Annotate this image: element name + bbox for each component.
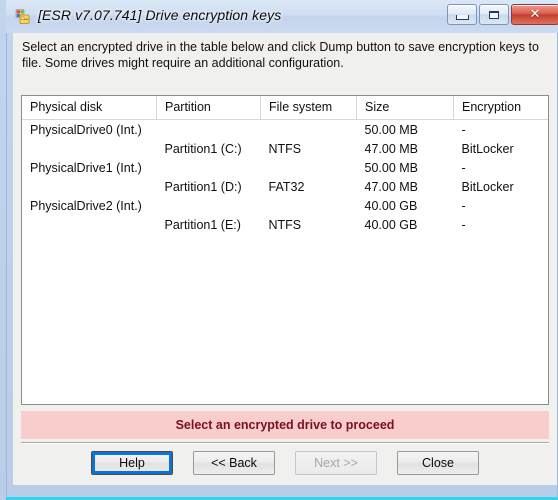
window-border-left: [6, 0, 7, 500]
cell-encryption: BitLocker: [461, 179, 514, 194]
column-header-encryption[interactable]: Encryption: [453, 96, 548, 120]
cell-physical-disk: [22, 177, 157, 196]
table-row[interactable]: Partition1 (D:) FAT32 47.00 MB BitLocker: [22, 177, 548, 196]
cell-encryption: -: [461, 217, 466, 232]
footer-divider: [21, 442, 549, 444]
instructions-text: Select an encrypted drive in the table b…: [22, 40, 539, 70]
cell-size: 50.00 MB: [364, 122, 419, 137]
status-banner: Select an encrypted drive to proceed: [21, 411, 549, 439]
cell-encryption: -: [461, 198, 466, 213]
cell-file-system: [261, 120, 357, 140]
cell-partition: [157, 158, 261, 177]
column-header-physical-disk[interactable]: Physical disk: [22, 96, 157, 120]
client-area: Select an encrypted drive in the table b…: [13, 33, 557, 485]
button-bar: Help << Back Next >> Close: [13, 451, 557, 475]
cell-partition: [157, 196, 261, 215]
cell-physical-disk: PhysicalDrive1 (Int.): [30, 160, 142, 175]
cell-file-system: FAT32: [268, 179, 305, 194]
cell-physical-disk: [22, 139, 157, 158]
application-window: [ESR v7.07.741] Drive encryption keys ✕ …: [0, 0, 558, 500]
cell-physical-disk: PhysicalDrive0 (Int.): [30, 122, 142, 137]
cell-size: 47.00 MB: [364, 179, 419, 194]
window-title: [ESR v7.07.741] Drive encryption keys: [38, 7, 282, 23]
table-row[interactable]: PhysicalDrive2 (Int.) 40.00 GB -: [22, 196, 548, 215]
close-button[interactable]: ✕: [511, 4, 558, 25]
cell-size: 50.00 MB: [364, 160, 419, 175]
minimize-button[interactable]: [447, 4, 477, 25]
back-button[interactable]: << Back: [193, 451, 275, 475]
cell-size: 47.00 MB: [364, 141, 419, 156]
cell-partition: Partition1 (D:): [164, 179, 242, 194]
cell-file-system: NTFS: [268, 217, 302, 232]
cell-partition: [157, 120, 261, 140]
help-button[interactable]: Help: [91, 451, 173, 475]
column-header-size[interactable]: Size: [356, 96, 454, 120]
cell-physical-disk: PhysicalDrive2 (Int.): [30, 198, 142, 213]
window-controls: ✕: [447, 4, 558, 25]
cell-file-system: NTFS: [268, 141, 302, 156]
title-bar[interactable]: [ESR v7.07.741] Drive encryption keys ✕: [6, 0, 558, 33]
cell-partition: Partition1 (E:): [164, 217, 241, 232]
cell-encryption: BitLocker: [461, 141, 514, 156]
cell-partition: Partition1 (C:): [164, 141, 242, 156]
cell-size: 40.00 GB: [364, 198, 418, 213]
maximize-icon: [489, 10, 499, 19]
minimize-icon: [455, 14, 469, 20]
cell-size: 40.00 GB: [364, 217, 418, 232]
drive-table-container[interactable]: Physical disk Partition File system Size…: [21, 95, 549, 405]
drive-table-header: Physical disk Partition File system Size…: [22, 96, 548, 120]
table-header-row: Physical disk Partition File system Size…: [22, 96, 548, 120]
drive-table: Physical disk Partition File system Size…: [22, 96, 548, 235]
cell-encryption: -: [461, 160, 466, 175]
drive-table-body: PhysicalDrive0 (Int.) 50.00 MB - Partiti…: [22, 120, 548, 235]
cell-file-system: [261, 196, 357, 215]
close-icon: ✕: [529, 7, 541, 22]
column-header-file-system[interactable]: File system: [260, 96, 357, 120]
cell-physical-disk: [22, 215, 157, 234]
close-dialog-button[interactable]: Close: [397, 451, 479, 475]
next-button[interactable]: Next >>: [295, 451, 377, 475]
table-row[interactable]: Partition1 (C:) NTFS 47.00 MB BitLocker: [22, 139, 548, 158]
cell-encryption: -: [461, 122, 466, 137]
cell-file-system: [261, 158, 357, 177]
maximize-button[interactable]: [479, 4, 509, 25]
table-row[interactable]: PhysicalDrive0 (Int.) 50.00 MB -: [22, 120, 548, 140]
table-row[interactable]: Partition1 (E:) NTFS 40.00 GB -: [22, 215, 548, 234]
app-drive-key-icon: [15, 9, 30, 24]
column-header-partition[interactable]: Partition: [156, 96, 261, 120]
table-row[interactable]: PhysicalDrive1 (Int.) 50.00 MB -: [22, 158, 548, 177]
